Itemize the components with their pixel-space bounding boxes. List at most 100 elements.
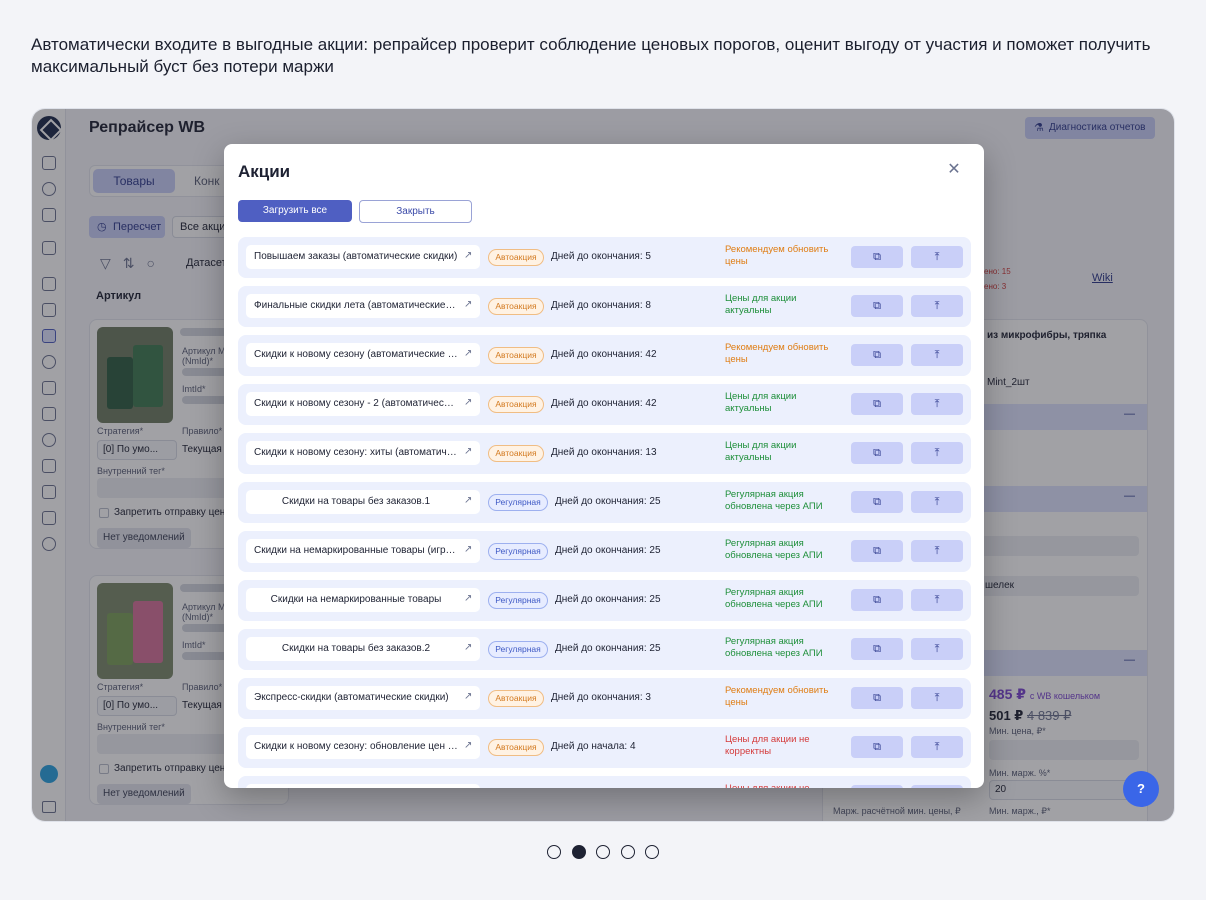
- promotion-name[interactable]: Скидки на немаркированные товары: [246, 588, 480, 612]
- open-external-icon: ⧉: [873, 349, 881, 361]
- open-external-icon: ⧉: [873, 398, 881, 410]
- open-promotion-button[interactable]: ⧉: [851, 295, 903, 317]
- open-promotion-button[interactable]: ⧉: [851, 589, 903, 611]
- promotion-row: Скидки к новому сезону: хиты (автоматиче…: [238, 433, 971, 474]
- promotion-name[interactable]: Скидки к новому сезону (автоматические с…: [246, 343, 480, 367]
- promotion-status: Цены для акции не: [725, 783, 843, 788]
- promotion-name[interactable]: Экспресс-скидки (автоматические скидки): [246, 686, 480, 710]
- promotion-name[interactable]: Финальные скидки лета (автоматические ск…: [246, 294, 480, 318]
- external-link-icon[interactable]: ↗: [464, 642, 472, 653]
- days-remaining: Дней до окончания: 5: [551, 251, 651, 262]
- open-promotion-button[interactable]: ⧉: [851, 638, 903, 660]
- upload-prices-button[interactable]: ⤒: [911, 736, 963, 758]
- close-button[interactable]: Закрыть: [359, 200, 472, 223]
- open-promotion-button[interactable]: ⧉: [851, 687, 903, 709]
- open-external-icon: ⧉: [873, 251, 881, 263]
- promotion-type-badge: Автоакция: [488, 396, 544, 413]
- open-promotion-button[interactable]: ⧉: [851, 540, 903, 562]
- open-external-icon: ⧉: [873, 594, 881, 606]
- promotion-status: Цены для акции актуальны: [725, 391, 797, 414]
- promotion-type-badge: Автоакция: [488, 298, 544, 315]
- pager-dot[interactable]: [620, 845, 635, 859]
- upload-prices-button[interactable]: ⤒: [911, 295, 963, 317]
- upload-icon: ⤒: [934, 447, 940, 459]
- promotions-modal: Акции ✕ Загрузить все Закрыть Повышаем з…: [224, 144, 984, 788]
- promotion-type-badge: Автоакция: [488, 445, 544, 462]
- promotion-status: Цены для акции актуальны: [725, 440, 797, 463]
- promotion-row: Скидки на товары без заказов.2 ↗ Регулярна…: [238, 629, 971, 670]
- open-promotion-button[interactable]: ⧉: [851, 344, 903, 366]
- open-external-icon: ⧉: [873, 496, 881, 508]
- upload-prices-button[interactable]: ⤒: [911, 344, 963, 366]
- upload-prices-button[interactable]: ⤒: [911, 785, 963, 788]
- upload-icon: ⤒: [934, 594, 940, 606]
- external-link-icon[interactable]: ↗: [464, 397, 472, 408]
- upload-prices-button[interactable]: ⤒: [911, 589, 963, 611]
- promotion-type-badge: Регулярная: [488, 543, 548, 560]
- upload-icon: ⤒: [934, 496, 940, 508]
- external-link-icon[interactable]: ↗: [464, 446, 472, 457]
- promotion-name[interactable]: Скидки к новому сезону: обновление цен (…: [246, 735, 480, 759]
- promotion-type-badge: Регулярная: [488, 641, 548, 658]
- load-all-button[interactable]: Загрузить все: [238, 200, 352, 222]
- pager-dot[interactable]: [645, 845, 659, 859]
- upload-icon: ⤒: [934, 349, 940, 361]
- open-external-icon: ⧉: [873, 300, 881, 312]
- promotion-status: Регулярная акция обновлена через АПИ: [725, 489, 823, 512]
- days-remaining: Дней до начала: 4: [551, 741, 636, 752]
- days-remaining: Дней до окончания: 42: [551, 398, 657, 409]
- external-link-icon[interactable]: ↗: [464, 348, 472, 359]
- upload-prices-button[interactable]: ⤒: [911, 491, 963, 513]
- external-link-icon[interactable]: ↗: [464, 544, 472, 555]
- pager-dot[interactable]: [547, 845, 561, 859]
- promotion-status: Рекомендуем обновить цены: [725, 244, 829, 267]
- promo-caption: Автоматически входите в выгодные акции: …: [31, 35, 1151, 76]
- open-promotion-button[interactable]: ⧉: [851, 491, 903, 513]
- external-link-icon[interactable]: ↗: [464, 250, 472, 261]
- promotion-name[interactable]: Скидки к новому сезону: хиты (автоматиче…: [246, 441, 480, 465]
- days-remaining: Дней до окончания: 25: [555, 594, 661, 605]
- pager-dot[interactable]: [596, 845, 610, 859]
- upload-icon: ⤒: [934, 643, 940, 655]
- upload-prices-button[interactable]: ⤒: [911, 540, 963, 562]
- upload-icon: ⤒: [934, 300, 940, 312]
- promotion-row: Скидки к новому сезону (автоматические с…: [238, 335, 971, 376]
- promotion-row: Скидки к новому сезону: обновление цен (…: [238, 727, 971, 768]
- upload-prices-button[interactable]: ⤒: [911, 393, 963, 415]
- close-icon[interactable]: ✕: [945, 161, 963, 179]
- open-promotion-button[interactable]: ⧉: [851, 785, 903, 788]
- external-link-icon[interactable]: ↗: [464, 593, 472, 604]
- open-promotion-button[interactable]: ⧉: [851, 736, 903, 758]
- days-remaining: Дней до окончания: 25: [555, 496, 661, 507]
- promotion-name[interactable]: Скидки на товары без заказов.2: [246, 637, 480, 661]
- external-link-icon[interactable]: ↗: [464, 740, 472, 751]
- upload-icon: ⤒: [934, 251, 940, 263]
- open-promotion-button[interactable]: ⧉: [851, 393, 903, 415]
- promotion-name[interactable]: Скидки к новому сезону - 2 (автоматическ…: [246, 392, 480, 416]
- open-promotion-button[interactable]: ⧉: [851, 246, 903, 268]
- promotion-row: Экспресс-скидки (автоматические скидки) ↗…: [238, 678, 971, 719]
- upload-prices-button[interactable]: ⤒: [911, 246, 963, 268]
- promotion-name[interactable]: [246, 784, 480, 788]
- external-link-icon[interactable]: ↗: [464, 299, 472, 310]
- external-link-icon[interactable]: ↗: [464, 495, 472, 506]
- promotion-name[interactable]: Скидки на немаркированные товары (игрушк…: [246, 539, 480, 563]
- promotion-name[interactable]: Повышаем заказы (автоматические скидки): [246, 245, 480, 269]
- promotion-type-badge: Автоакция: [488, 347, 544, 364]
- promotion-row: Скидки на немаркированные товары (игрушк…: [238, 531, 971, 572]
- promotion-type-badge: Автоакция: [488, 249, 544, 266]
- promotion-row: ↗Цены для акции не⧉⤒: [238, 776, 971, 788]
- promotion-status: Цены для акции не корректны: [725, 734, 810, 757]
- pager-dot[interactable]: [571, 845, 586, 859]
- help-chat-button[interactable]: ?: [1123, 771, 1159, 807]
- upload-prices-button[interactable]: ⤒: [911, 687, 963, 709]
- upload-prices-button[interactable]: ⤒: [911, 638, 963, 660]
- promotion-name[interactable]: Скидки на товары без заказов.1: [246, 490, 480, 514]
- promotion-row: Финальные скидки лета (автоматические ск…: [238, 286, 971, 327]
- external-link-icon[interactable]: ↗: [464, 691, 472, 702]
- open-promotion-button[interactable]: ⧉: [851, 442, 903, 464]
- days-remaining: Дней до окончания: 3: [551, 692, 651, 703]
- upload-prices-button[interactable]: ⤒: [911, 442, 963, 464]
- open-external-icon: ⧉: [873, 545, 881, 557]
- days-remaining: Дней до окончания: 42: [551, 349, 657, 360]
